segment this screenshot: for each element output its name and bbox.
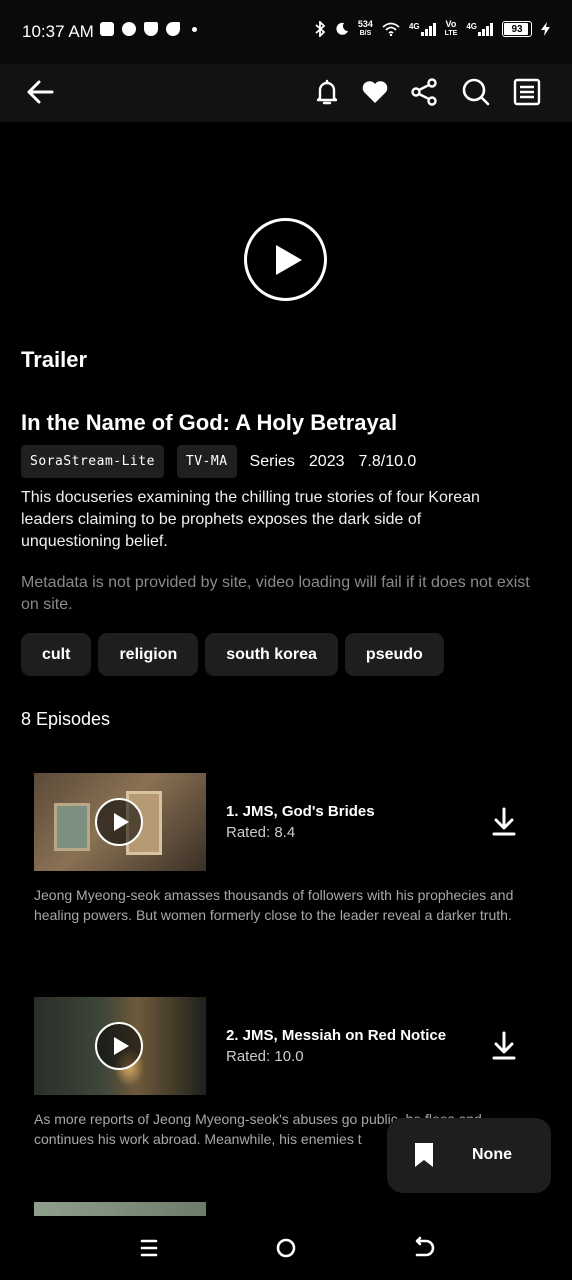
list-icon	[513, 78, 541, 106]
sim1-signal: 4G	[409, 22, 436, 36]
source-chip[interactable]: SoraStream-Lite	[21, 445, 164, 478]
trailer-label: Trailer	[21, 347, 88, 372]
play-icon	[113, 813, 129, 831]
status-bar: 10:37 AM 534 B/S 4G Vo LTE 4G 93	[0, 0, 572, 64]
search-button[interactable]	[456, 72, 496, 112]
tag-chip[interactable]: south korea	[205, 633, 338, 676]
back-button[interactable]	[20, 72, 60, 112]
episode-list-button[interactable]	[507, 72, 547, 112]
show-score: 7.8/10.0	[358, 452, 417, 470]
notification-icons	[100, 22, 197, 36]
shield-icon	[144, 22, 158, 36]
status-right: 534 B/S 4G Vo LTE 4G 93	[314, 20, 550, 38]
recent-apps-button[interactable]	[135, 1234, 163, 1262]
network-speed: 534 B/S	[358, 20, 373, 38]
menu-icon	[140, 1239, 158, 1257]
meta-row: SoraStream-Lite TV-MA Series 2023 7.8/10…	[21, 445, 430, 478]
metadata-warning: Metadata is not provided by site, video …	[21, 574, 530, 613]
messenger-icon	[122, 22, 136, 36]
sim2-label: 4G	[466, 22, 477, 31]
content-rating-chip: TV-MA	[176, 445, 237, 478]
tag-chip[interactable]: pseudo	[344, 633, 444, 676]
bookmark-status-label: None	[472, 1146, 512, 1163]
bookmark-status-button[interactable]: None	[387, 1118, 551, 1193]
app-bar	[0, 64, 572, 122]
bookmark-icon	[415, 1143, 433, 1167]
network-speed-unit: B/S	[359, 30, 372, 37]
play-icon	[275, 244, 302, 275]
signal-bars-icon	[478, 22, 493, 36]
back-arrow-icon	[27, 80, 54, 104]
do-not-disturb-moon-icon	[336, 22, 348, 35]
favorite-button[interactable]	[355, 72, 395, 112]
show-description: This docuseries examining the chilling t…	[21, 489, 480, 550]
bird-icon	[166, 22, 180, 36]
episode-play-button[interactable]	[95, 1022, 143, 1070]
show-title: In the Name of God: A Holy Betrayal	[21, 410, 398, 435]
more-notifications-dot	[192, 26, 197, 32]
play-icon	[113, 1037, 129, 1055]
system-back-button[interactable]	[410, 1234, 438, 1262]
notification-app-icon	[100, 22, 114, 36]
status-time: 10:37 AM	[22, 22, 94, 41]
volte-bottom: LTE	[444, 30, 458, 37]
battery-level: 93	[511, 23, 523, 35]
back-icon	[415, 1236, 435, 1257]
show-year: 2023	[308, 452, 345, 470]
tag-list: cult religion south korea pseudo	[21, 633, 444, 676]
sim1-label: 4G	[408, 22, 420, 31]
episode-rating: Rated: 10.0	[226, 1048, 304, 1065]
heart-icon	[362, 81, 388, 103]
search-icon	[462, 78, 490, 106]
tag-chip[interactable]: cult	[21, 633, 92, 676]
show-type: Series	[249, 452, 295, 470]
signal-bars-icon	[420, 22, 436, 36]
system-nav-bar	[0, 1216, 572, 1280]
trailer-play-button[interactable]	[244, 218, 327, 301]
share-button[interactable]	[404, 72, 444, 112]
episode-description: Jeong Myeong-seok amasses thousands of f…	[34, 887, 514, 923]
share-icon	[411, 78, 437, 106]
wifi-icon	[382, 22, 400, 36]
volte-indicator: Vo LTE	[445, 20, 458, 38]
episode-thumbnail[interactable]	[34, 773, 206, 871]
tag-chip[interactable]: religion	[98, 633, 199, 676]
sim2-signal: 4G	[466, 22, 493, 36]
episode-play-button[interactable]	[95, 798, 143, 846]
bell-icon	[316, 79, 338, 105]
notifications-button[interactable]	[307, 72, 347, 112]
charging-bolt-icon	[541, 22, 550, 36]
episode-thumbnail[interactable]	[34, 1202, 206, 1216]
battery-icon: 93	[502, 21, 532, 37]
download-icon[interactable]	[490, 1031, 518, 1061]
home-circle-icon	[276, 1238, 296, 1258]
episode-count: 8 Episodes	[21, 709, 111, 729]
episode-rating: Rated: 8.4	[226, 824, 296, 841]
network-speed-value: 534	[357, 19, 373, 29]
volte-top: Vo	[445, 19, 457, 29]
home-button[interactable]	[272, 1234, 300, 1262]
episode-title: 1. JMS, God's Brides	[226, 803, 375, 820]
download-icon[interactable]	[490, 807, 518, 837]
episode-title: 2. JMS, Messiah on Red Notice	[226, 1027, 447, 1044]
episode-thumbnail[interactable]	[34, 997, 206, 1095]
bluetooth-icon	[315, 21, 326, 37]
